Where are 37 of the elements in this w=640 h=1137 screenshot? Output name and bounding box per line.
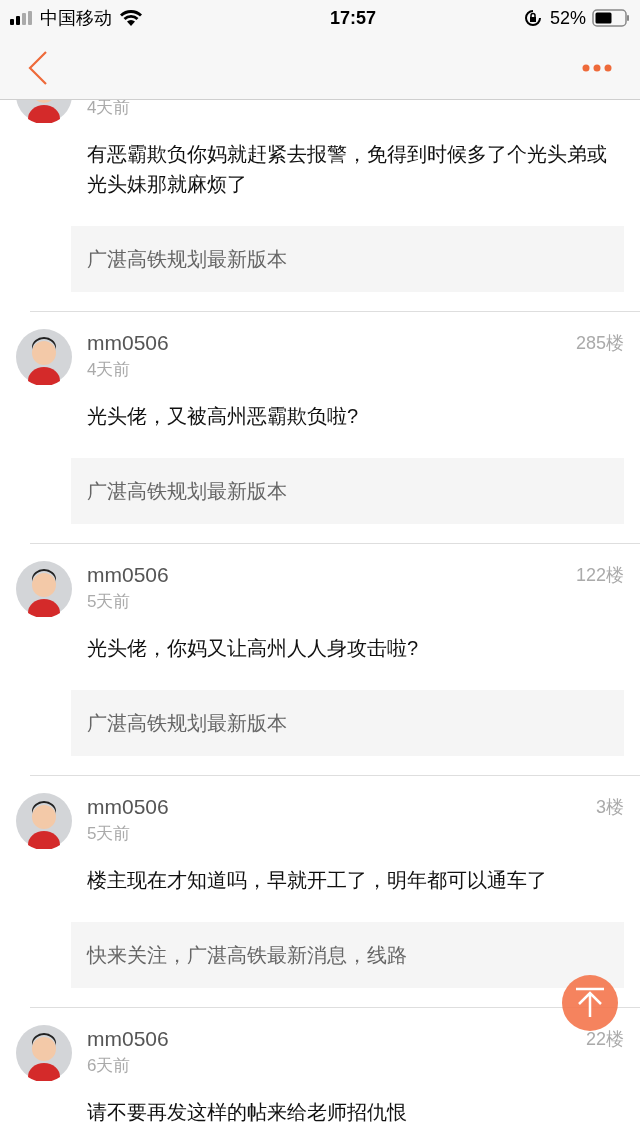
username[interactable]: mm0506 bbox=[87, 327, 169, 359]
avatar[interactable] bbox=[16, 1025, 72, 1081]
more-icon bbox=[582, 64, 612, 72]
comment-text: 光头佬，你妈又让高州人人身攻击啦? bbox=[86, 636, 420, 661]
quoted-post[interactable]: 广湛高铁规划最新版本 bbox=[71, 226, 624, 292]
comment-text: 光头佬，又被高州恶霸欺负啦? bbox=[86, 404, 360, 429]
wifi-icon bbox=[120, 10, 142, 26]
avatar[interactable] bbox=[16, 793, 72, 849]
post-time: 4天前 bbox=[87, 359, 131, 382]
back-icon bbox=[28, 51, 48, 85]
username[interactable]: mm0506 bbox=[87, 791, 169, 823]
back-button[interactable] bbox=[28, 50, 50, 86]
comment-text: 有恶霸欺负你妈就赶紧去报警，免得到时候多了个光头弟或光头妹那就麻烦了 bbox=[86, 142, 608, 197]
carrier-name: 中国移动 bbox=[40, 6, 112, 30]
quoted-post[interactable]: 快来关注，广湛高铁最新消息，线路 bbox=[71, 922, 624, 988]
username[interactable]: mm0506 bbox=[87, 559, 169, 591]
floor-number: 22楼 bbox=[585, 1027, 624, 1051]
comment-text: 楼主现在才知道吗，早就开工了，明年都可以通车了 bbox=[86, 868, 548, 893]
scroll-to-top-button[interactable] bbox=[562, 975, 618, 1031]
floor-number: 3楼 bbox=[596, 795, 624, 819]
arrow-up-icon bbox=[574, 987, 606, 1019]
floor-number: 122楼 bbox=[575, 563, 624, 587]
quoted-post[interactable]: 广湛高铁规划最新版本 bbox=[71, 458, 624, 524]
floor-number: 285楼 bbox=[575, 331, 624, 355]
rotation-lock-icon bbox=[523, 9, 542, 27]
post-time: 6天前 bbox=[87, 1055, 131, 1078]
username[interactable]: mm0506 bbox=[87, 1023, 169, 1055]
post-time: 5天前 bbox=[87, 823, 131, 846]
battery-percent: 52% bbox=[549, 6, 586, 30]
battery-icon bbox=[592, 9, 630, 27]
quoted-post[interactable]: 广湛高铁规划最新版本 bbox=[71, 690, 624, 756]
comment-text: 请不要再发这样的帖来给老师招仇恨 bbox=[86, 1100, 408, 1125]
clock-time: 17:57 bbox=[329, 6, 376, 30]
avatar[interactable] bbox=[16, 329, 72, 385]
post-time: 4天前 bbox=[87, 97, 131, 120]
post-time: 5天前 bbox=[87, 591, 131, 614]
avatar[interactable] bbox=[16, 561, 72, 617]
